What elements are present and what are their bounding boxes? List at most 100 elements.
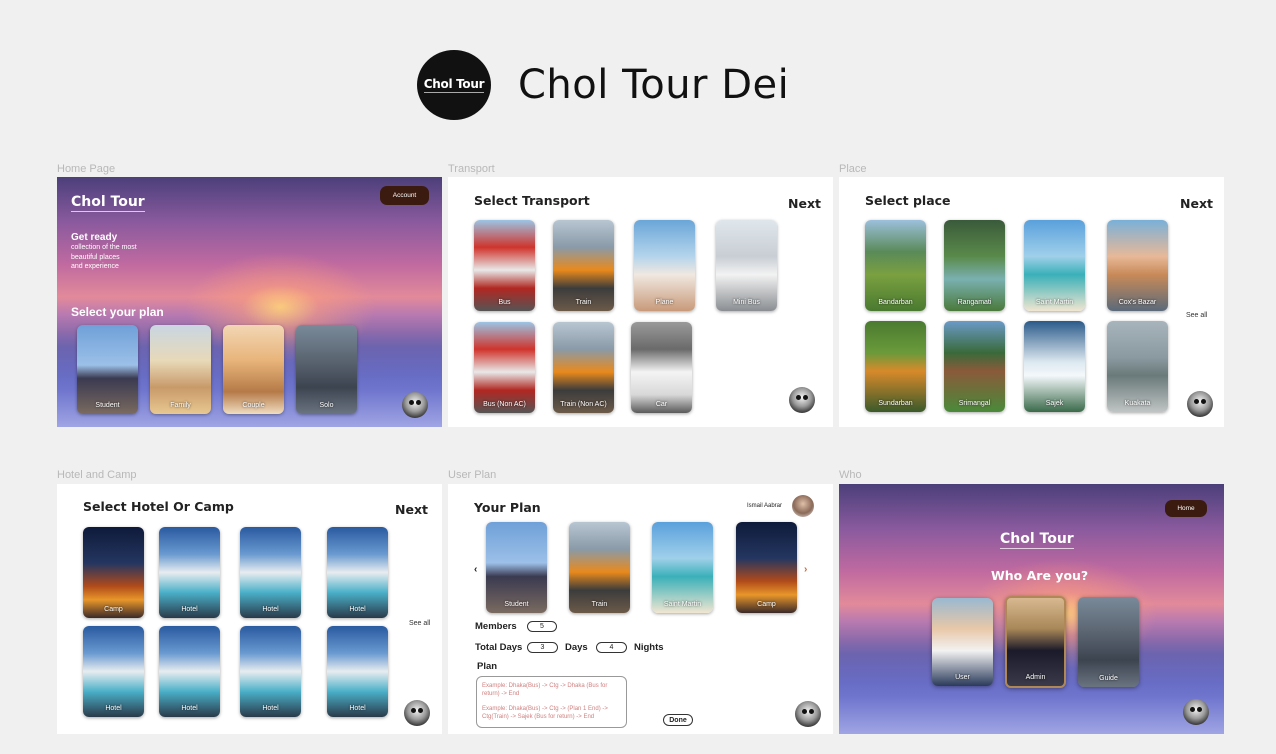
place-card-saint-martin[interactable]: Saint Martin	[1024, 220, 1085, 311]
mascot-icon[interactable]	[789, 387, 815, 413]
plan-card-label: Camp	[757, 601, 776, 608]
mascot-icon[interactable]	[402, 392, 428, 418]
transport-card-label: Train	[575, 299, 592, 306]
see-all-link[interactable]: See all	[1186, 312, 1207, 319]
user-name: Ismail Aabrar	[747, 503, 783, 509]
transport-card-label: Car	[655, 401, 668, 408]
plan-card-train[interactable]: Train	[569, 522, 630, 613]
frame-label-transport: Transport	[448, 163, 495, 175]
see-all-link[interactable]: See all	[409, 620, 430, 627]
stay-card-label: Hotel	[349, 705, 366, 712]
plan-card-couple[interactable]: Couple	[223, 325, 284, 414]
stay-card-hotel[interactable]: Hotel	[240, 527, 301, 618]
place-card-rangamati[interactable]: Rangamati	[944, 220, 1005, 311]
frame-label-userplan: User Plan	[448, 469, 497, 481]
nights-input[interactable]: 4	[596, 642, 627, 653]
plan-card-student[interactable]: Student	[77, 325, 138, 414]
place-card-srimangal[interactable]: Srimangal	[944, 321, 1005, 412]
done-button[interactable]: Done	[663, 714, 693, 726]
plan-card-label: Couple	[242, 402, 265, 409]
plan-card-family[interactable]: Family	[150, 325, 211, 414]
place-card-coxs-bazar[interactable]: Cox's Bazar	[1107, 220, 1168, 311]
transport-card-plane[interactable]: Plane	[634, 220, 695, 311]
app-logo: Chol Tour	[417, 50, 491, 120]
mascot-icon[interactable]	[404, 700, 430, 726]
stay-card-hotel[interactable]: Hotel	[327, 527, 388, 618]
stay-card-label: Camp	[104, 606, 123, 613]
members-label: Members	[475, 621, 517, 632]
members-input[interactable]: 5	[527, 621, 557, 632]
place-frame: Select place Next Bandarban Rangamati Sa…	[839, 177, 1224, 427]
role-card-label: Guide	[1099, 675, 1118, 682]
role-card-admin[interactable]: Admin	[1005, 596, 1066, 688]
role-card-label: User	[955, 674, 970, 681]
hero-line: and experience	[71, 263, 119, 270]
hero-title: Get ready	[71, 232, 118, 243]
next-button[interactable]: Next	[395, 502, 428, 517]
total-days-label: Total Days	[475, 642, 523, 653]
place-card-kuakata[interactable]: Kuakata	[1107, 321, 1168, 412]
nights-label: Nights	[634, 642, 664, 653]
next-button[interactable]: Next	[1180, 196, 1213, 211]
mascot-icon[interactable]	[795, 701, 821, 727]
place-card-bandarban[interactable]: Bandarban	[865, 220, 926, 311]
account-button[interactable]: Account	[380, 186, 429, 205]
hero-text: Get ready collection of the most beautif…	[71, 232, 137, 272]
days-input[interactable]: 3	[527, 642, 558, 653]
stay-card-label: Hotel	[349, 606, 366, 613]
plan-card-label: Saint Martin	[663, 601, 702, 608]
plan-card-student[interactable]: Student	[486, 522, 547, 613]
stay-card-hotel[interactable]: Hotel	[159, 626, 220, 717]
plan-placeholder: Example: Dhaka(Bus) -> Ctg -> Dhaka (Bus…	[482, 683, 608, 697]
stay-card-hotel[interactable]: Hotel	[159, 527, 220, 618]
home-page-frame: Chol Tour Account Get ready collection o…	[57, 177, 442, 427]
plan-card-saint-martin[interactable]: Saint Martin	[652, 522, 713, 613]
stay-card-hotel[interactable]: Hotel	[83, 626, 144, 717]
role-card-user[interactable]: User	[932, 598, 993, 686]
place-card-label: Bandarban	[878, 299, 913, 306]
plan-card-label: Student	[95, 402, 120, 409]
stay-card-hotel[interactable]: Hotel	[240, 626, 301, 717]
plan-card-camp[interactable]: Camp	[736, 522, 797, 613]
next-arrow-icon[interactable]: ›	[804, 564, 807, 575]
transport-card-bus-non-ac[interactable]: Bus (Non AC)	[474, 322, 535, 413]
transport-title: Select Transport	[474, 193, 590, 208]
hotel-frame: Select Hotel Or Camp Next Camp Hotel Hot…	[57, 484, 442, 734]
plan-card-solo[interactable]: Solo	[296, 325, 357, 414]
place-card-sundarban[interactable]: Sundarban	[865, 321, 926, 412]
stay-card-label: Hotel	[181, 606, 198, 613]
transport-card-mini-bus[interactable]: Mini Bus	[716, 220, 777, 311]
home-button[interactable]: Home	[1165, 500, 1207, 517]
role-card-guide[interactable]: Guide	[1078, 597, 1139, 687]
mascot-icon[interactable]	[1187, 391, 1213, 417]
frame-label-home: Home Page	[57, 163, 116, 175]
transport-card-bus[interactable]: Bus	[474, 220, 535, 311]
user-plan-frame: Your Plan Ismail Aabrar ‹ Student Train …	[448, 484, 833, 734]
place-card-label: Kuakata	[1124, 400, 1151, 407]
prev-arrow-icon[interactable]: ‹	[474, 564, 477, 575]
frame-label-hotel: Hotel and Camp	[57, 469, 137, 481]
transport-card-car[interactable]: Car	[631, 322, 692, 413]
place-card-label: Srimangal	[958, 400, 991, 407]
avatar[interactable]	[792, 495, 814, 517]
plan-card-label: Train	[591, 601, 608, 608]
stay-card-label: Hotel	[262, 606, 279, 613]
plan-placeholder: Example: Dhaka(Bus) -> Ctg -> (Plan 1 En…	[482, 706, 608, 720]
transport-card-label: Bus	[498, 299, 511, 306]
transport-card-train-non-ac[interactable]: Train (Non AC)	[553, 322, 614, 413]
stay-card-label: Hotel	[262, 705, 279, 712]
transport-card-label: Train (Non AC)	[560, 401, 607, 408]
plan-card-label: Solo	[319, 402, 334, 409]
hero-line: beautiful places	[71, 253, 120, 261]
stay-card-camp[interactable]: Camp	[83, 527, 144, 618]
frame-label-who: Who	[839, 469, 862, 481]
next-button[interactable]: Next	[788, 196, 821, 211]
transport-card-train[interactable]: Train	[553, 220, 614, 311]
place-card-label: Sundarban	[878, 400, 913, 407]
plan-textarea[interactable]: Example: Dhaka(Bus) -> Ctg -> Dhaka (Bus…	[476, 676, 627, 728]
brand-logo: Chol Tour	[1000, 531, 1074, 549]
mascot-icon[interactable]	[1183, 699, 1209, 725]
place-card-sajek[interactable]: Sajek	[1024, 321, 1085, 412]
brand-logo: Chol Tour	[71, 194, 145, 212]
stay-card-hotel[interactable]: Hotel	[327, 626, 388, 717]
